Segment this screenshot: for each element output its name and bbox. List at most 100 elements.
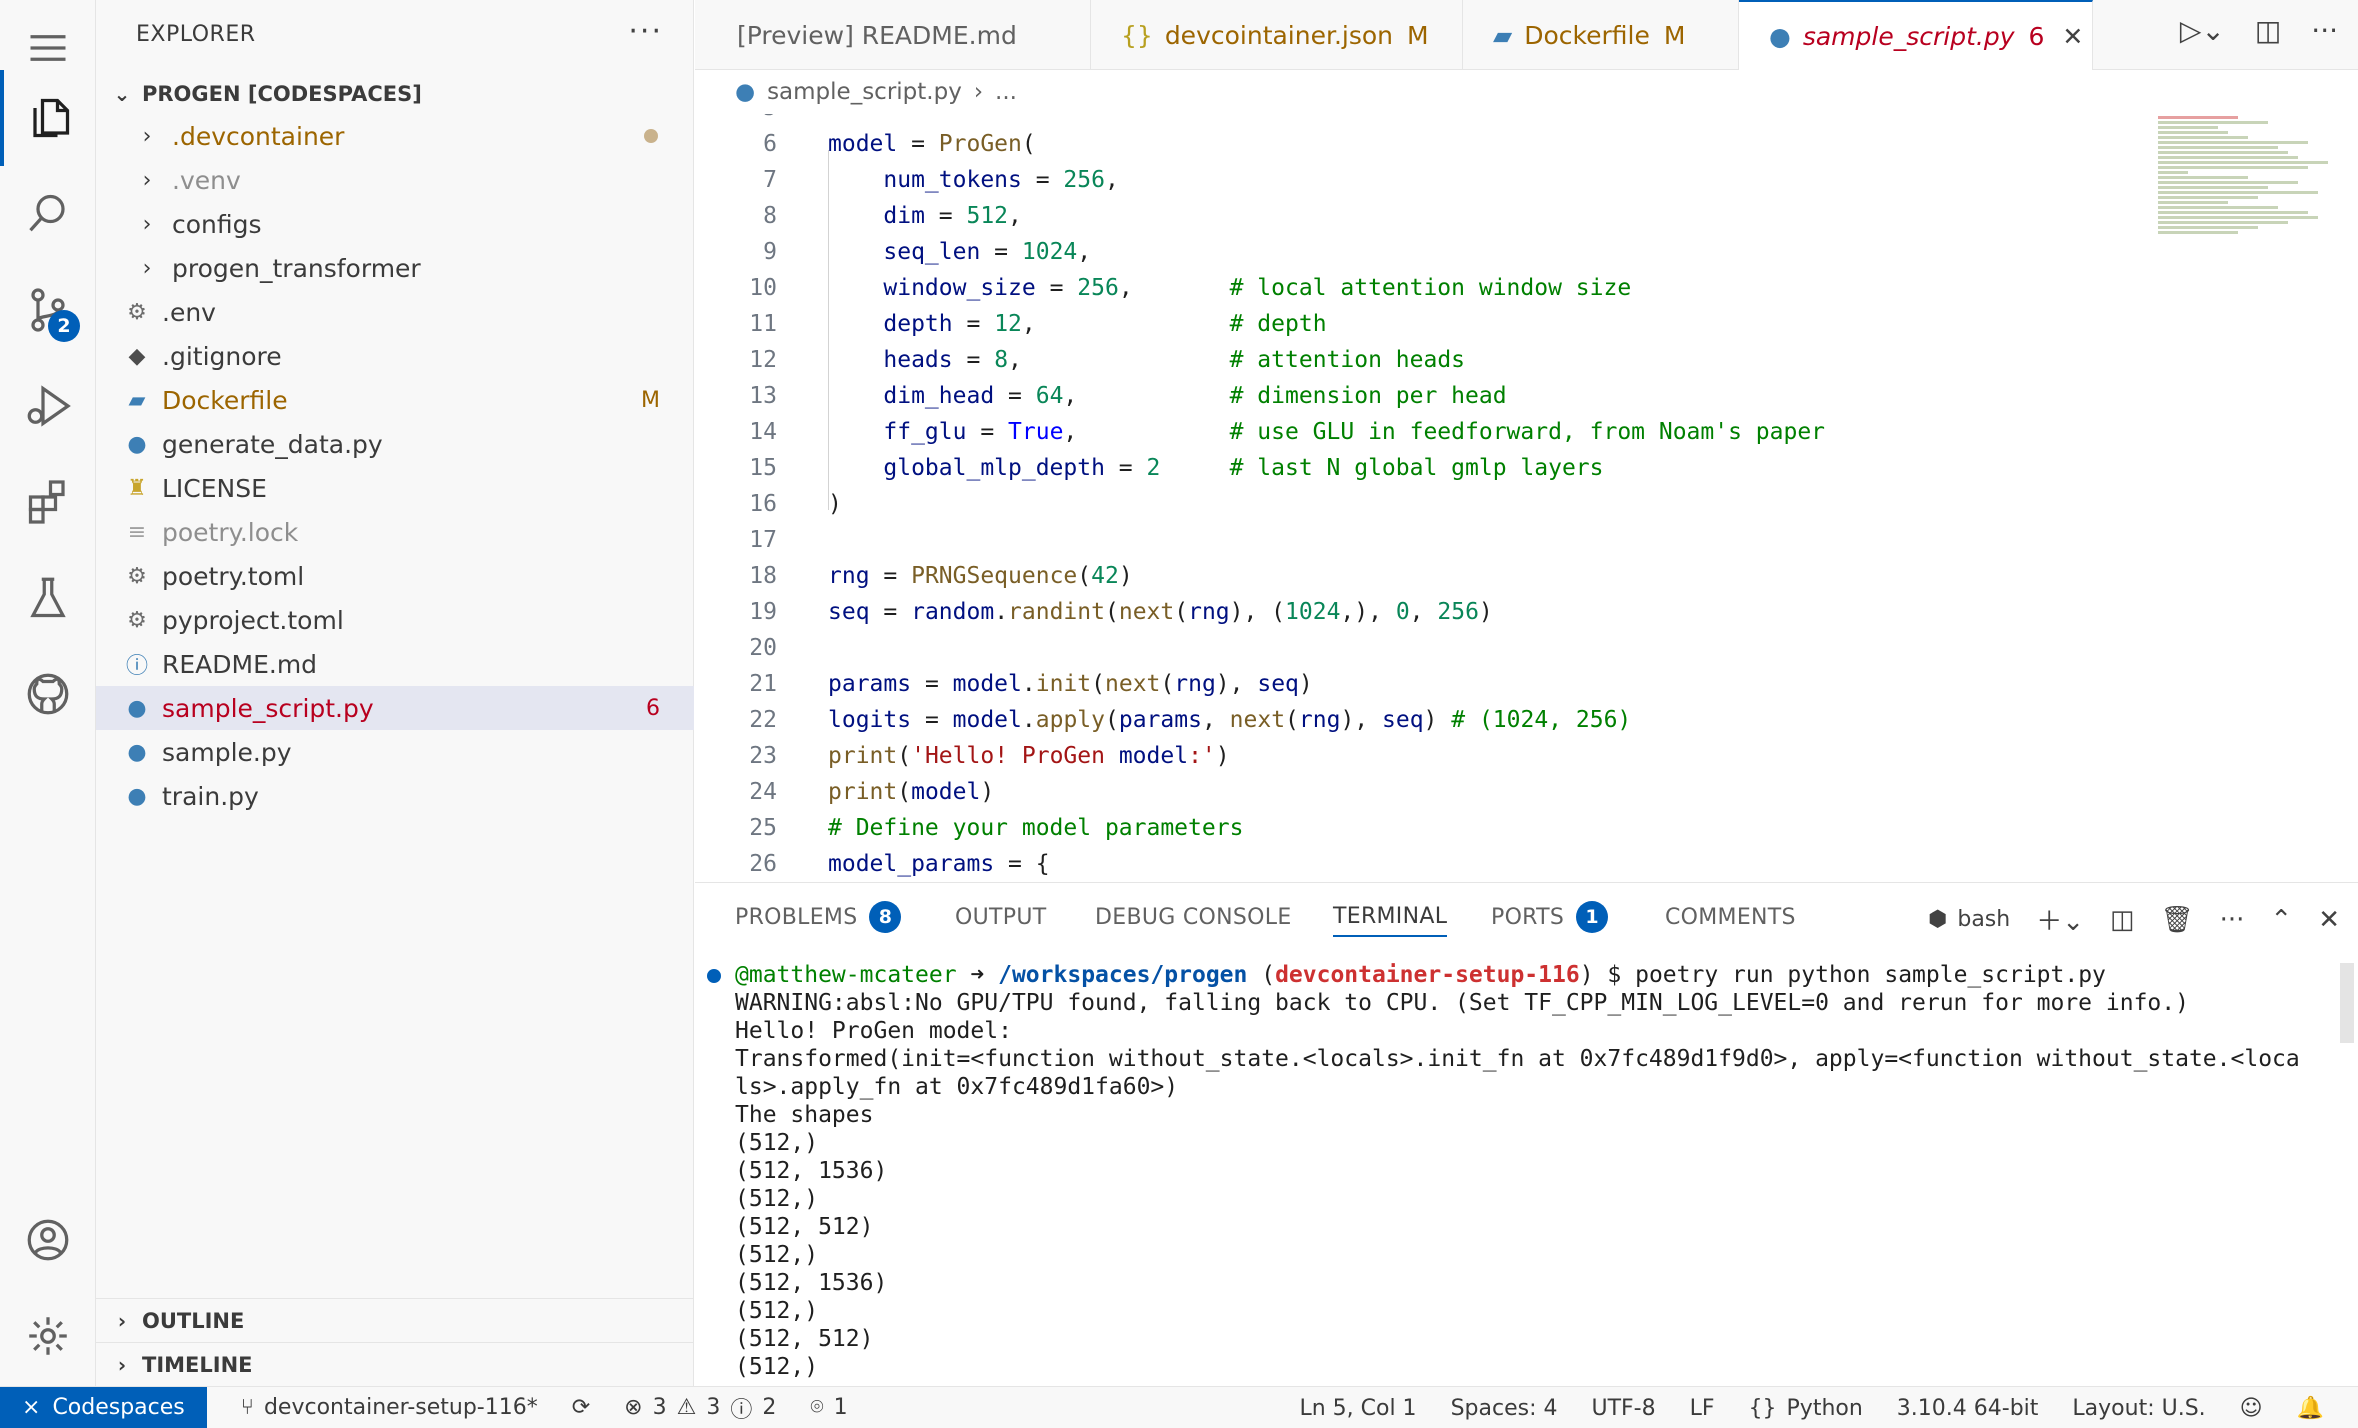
status-indentation[interactable]: Spaces: 4: [1451, 1396, 1558, 1421]
activity-search[interactable]: [0, 166, 96, 262]
status-cursor-position[interactable]: Ln 5, Col 1: [1299, 1396, 1416, 1421]
code-line[interactable]: 25 # Define your model parameters: [695, 810, 2135, 846]
terminal-shell-selector[interactable]: ⬢ bash: [1928, 907, 2010, 932]
code-line[interactable]: 16): [695, 486, 2135, 522]
code-line[interactable]: 17: [695, 522, 2135, 558]
activity-source-control[interactable]: 2: [0, 262, 96, 358]
code-text: seq = random.randint(next(rng), (1024,),…: [828, 599, 1493, 625]
status-notifications[interactable]: 🔔: [2297, 1396, 2324, 1421]
code-line[interactable]: 7 num_tokens = 256,: [695, 162, 2135, 198]
activity-settings[interactable]: [0, 1288, 96, 1384]
code-line[interactable]: 14 ff_glu = True, # use GLU in feedforwa…: [695, 414, 2135, 450]
code-line[interactable]: 8 dim = 512,: [695, 198, 2135, 234]
tree-item-sample[interactable]: ● sample.py: [96, 730, 694, 774]
outline-section[interactable]: › OUTLINE: [96, 1298, 694, 1342]
tab-terminal[interactable]: TERMINAL: [1333, 897, 1448, 937]
breadcrumb-symbols[interactable]: ...: [995, 79, 1017, 105]
status-language[interactable]: {} Python: [1749, 1396, 1863, 1421]
tree-item-train[interactable]: ● train.py: [96, 774, 694, 818]
more-actions-icon[interactable]: ···: [2311, 14, 2338, 47]
status-sync[interactable]: ⟳: [572, 1395, 590, 1420]
code-line[interactable]: 19 seq = random.randint(next(rng), (1024,…: [695, 594, 2135, 630]
code-line[interactable]: 12 heads = 8, # attention heads: [695, 342, 2135, 378]
split-editor-icon[interactable]: ◫: [2255, 14, 2281, 47]
code-line[interactable]: 10 window_size = 256, # local attention …: [695, 270, 2135, 306]
sidebar-more-button[interactable]: ···: [628, 14, 663, 49]
code-editor[interactable]: 56model = ProGen(7 num_tokens = 256,8 di…: [695, 114, 2358, 882]
tree-item-progen-transformer[interactable]: › progen_transformer: [96, 246, 694, 290]
split-terminal-icon[interactable]: ◫: [2110, 905, 2135, 935]
activity-github[interactable]: [0, 646, 96, 742]
code-line[interactable]: 13 dim_head = 64, # dimension per head: [695, 378, 2135, 414]
status-branch[interactable]: ⑂ devcontainer-setup-116*: [241, 1395, 538, 1420]
close-panel-icon[interactable]: ✕: [2318, 905, 2340, 935]
new-terminal-icon[interactable]: ＋⌄: [2036, 901, 2084, 938]
tree-item-poetry-toml[interactable]: ⚙ poetry.toml: [96, 554, 694, 598]
tab-problems[interactable]: PROBLEMS 8: [735, 897, 902, 937]
code-line[interactable]: 18 rng = PRNGSequence(42): [695, 558, 2135, 594]
code-line[interactable]: 22 logits = model.apply(params, next(rng)…: [695, 702, 2135, 738]
status-interpreter[interactable]: 3.10.4 64-bit: [1897, 1396, 2039, 1421]
tab-output[interactable]: OUTPUT: [955, 897, 1046, 937]
tree-item-generate-data[interactable]: ● generate_data.py: [96, 422, 694, 466]
code-line[interactable]: 23 print('Hello! ProGen model:'): [695, 738, 2135, 774]
terminal-output[interactable]: @matthew-mcateer ➜ /workspaces/progen (d…: [707, 961, 2325, 1381]
breadcrumb-file[interactable]: sample_script.py: [767, 79, 962, 105]
tab-dockerfile[interactable]: ▰ Dockerfile M: [1463, 0, 1739, 70]
trash-icon[interactable]: 🗑: [2161, 905, 2194, 935]
tree-item-env[interactable]: ⚙ .env: [96, 290, 694, 334]
status-eol[interactable]: LF: [1690, 1396, 1715, 1421]
explorer-sidebar: EXPLORER ··· ⌄ PROGEN [CODESPACES] › .de…: [96, 0, 694, 1386]
tree-item-poetry-lock[interactable]: ≡ poetry.lock: [96, 510, 694, 554]
terminal-scrollbar[interactable]: [2340, 963, 2354, 1043]
activity-explorer[interactable]: [0, 70, 96, 166]
code-line[interactable]: 24 print(model): [695, 774, 2135, 810]
tab-ports[interactable]: PORTS 1: [1491, 897, 1609, 937]
code-line[interactable]: 21 params = model.init(next(rng), seq): [695, 666, 2135, 702]
run-python-file-icon[interactable]: ▷⌄: [2180, 14, 2225, 47]
code-line[interactable]: 5: [695, 114, 2135, 126]
tree-item-venv[interactable]: › .venv: [96, 158, 694, 202]
activity-extensions[interactable]: [0, 454, 96, 550]
maximize-panel-icon[interactable]: ⌃: [2270, 905, 2292, 935]
tab-devcontainer-json[interactable]: {} devcointainer.json M: [1091, 0, 1463, 70]
gear-file-icon: ⚙: [127, 563, 147, 589]
terminal-line: Transformed(init=<function without_state…: [735, 1046, 2300, 1072]
tab-comments[interactable]: COMMENTS: [1665, 897, 1796, 937]
code-line[interactable]: 15 global_mlp_depth = 2 # last N global …: [695, 450, 2135, 486]
code-line[interactable]: 6 model = ProGen(: [695, 126, 2135, 162]
status-ports[interactable]: ⌾ 1: [810, 1395, 847, 1420]
tab-sample-script[interactable]: ● sample_script.py 6 ✕: [1739, 0, 2093, 71]
activity-accounts[interactable]: [0, 1192, 96, 1288]
code-line[interactable]: 9 seq_len = 1024,: [695, 234, 2135, 270]
status-keyboard-layout[interactable]: Layout: U.S.: [2072, 1396, 2205, 1421]
minimap[interactable]: [2158, 114, 2348, 344]
ports-badge: 1: [1576, 901, 1609, 933]
tree-item-pyproject-toml[interactable]: ⚙ pyproject.toml: [96, 598, 694, 642]
code-line[interactable]: 26 model_params = {: [695, 846, 2135, 882]
tree-item-configs[interactable]: › configs: [96, 202, 694, 246]
tree-item-sample-script[interactable]: ● sample_script.py 6: [96, 686, 694, 730]
code-line[interactable]: 11 depth = 12, # depth: [695, 306, 2135, 342]
tree-item-license[interactable]: ♜ LICENSE: [96, 466, 694, 510]
tree-item-devcontainer[interactable]: › .devcontainer: [96, 114, 694, 158]
braces-icon: {}: [1748, 1395, 1777, 1421]
tree-item-readme[interactable]: ⓘ README.md: [96, 642, 694, 686]
status-feedback[interactable]: ☺: [2240, 1396, 2263, 1421]
code-text: model = ProGen(: [828, 131, 1036, 157]
code-line[interactable]: 20: [695, 630, 2135, 666]
tab-readme-preview[interactable]: [Preview] README.md: [695, 0, 1091, 70]
tree-item-gitignore[interactable]: ◆ .gitignore: [96, 334, 694, 378]
code-text: rng = PRNGSequence(42): [828, 563, 1133, 589]
remote-indicator[interactable]: ⨯ Codespaces: [0, 1386, 207, 1428]
tab-debug-console[interactable]: DEBUG CONSOLE: [1095, 897, 1292, 937]
activity-testing[interactable]: [0, 550, 96, 646]
workspace-folder-header[interactable]: ⌄ PROGEN [CODESPACES]: [96, 74, 694, 114]
timeline-section[interactable]: › TIMELINE: [96, 1342, 694, 1386]
tree-item-dockerfile[interactable]: ▰ Dockerfile M: [96, 378, 694, 422]
status-encoding[interactable]: UTF-8: [1591, 1396, 1655, 1421]
activity-run-debug[interactable]: [0, 358, 96, 454]
close-icon[interactable]: ✕: [2062, 22, 2083, 51]
status-problems[interactable]: ⊗ 3 ⚠ 3 ⓘ 2: [624, 1392, 776, 1424]
more-actions-icon[interactable]: ···: [2220, 905, 2245, 935]
